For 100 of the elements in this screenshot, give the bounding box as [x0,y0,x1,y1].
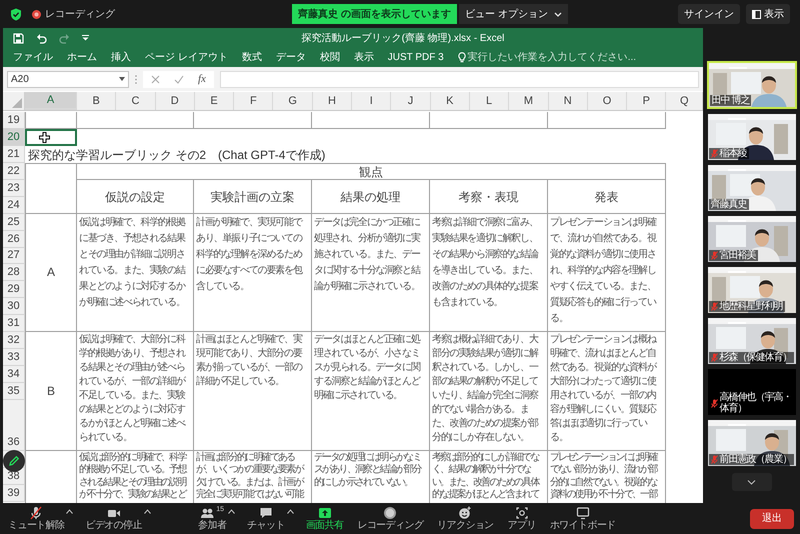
table-cell[interactable] [25,112,77,129]
scroll-down-button[interactable] [732,473,772,491]
row-header[interactable]: 30 [3,298,25,315]
row-header[interactable]: 21 [3,146,25,163]
row-header[interactable]: 29 [3,281,25,298]
record-circle-icon [383,506,398,520]
ribbon-tab[interactable]: データ [276,50,306,65]
column-header[interactable]: F [234,92,274,110]
view-options-button[interactable]: ビュー オプション [459,4,568,24]
caret-up-icon[interactable] [228,509,236,514]
row-header[interactable]: 19 [3,112,25,129]
apps-icon [514,506,529,520]
column-header[interactable]: B [77,92,116,110]
table-cell[interactable] [312,112,430,129]
save-icon[interactable] [13,32,24,44]
row-header[interactable]: 20 [3,129,25,146]
ribbon-tab[interactable]: ホーム [67,50,97,65]
row-header[interactable]: 31 [3,314,25,332]
insert-function-button[interactable]: fx [198,70,206,88]
reactions-button[interactable]: リアクション [435,505,496,532]
column-header[interactable]: H [312,92,352,110]
row-header[interactable]: 24 [3,197,25,214]
share-screen-button[interactable]: 画面共有 [304,505,346,532]
table-cell[interactable] [194,112,312,129]
rubric-text: データの処理には明らかなミスがあり、洞察と結論が部分的にしか示されていない。 [314,452,422,490]
enter-icon[interactable] [174,74,184,84]
row-header[interactable]: 34 [3,366,25,383]
row-header[interactable]: 26 [3,230,25,248]
formula-input-field[interactable] [220,70,699,88]
undo-icon[interactable] [36,32,47,44]
recording-label: レコーディング [45,8,115,22]
name-box[interactable]: A20 [7,70,129,88]
row-header[interactable]: 35 [3,382,25,400]
column-header[interactable]: I [352,92,392,110]
muted-mic-icon [29,506,44,520]
redo-icon[interactable] [59,32,70,44]
column-header[interactable]: E [194,92,234,110]
ribbon-tab[interactable]: ファイル [13,50,53,65]
column-header[interactable]: M [509,92,549,110]
selected-cell[interactable] [25,129,77,146]
ribbon-tab[interactable]: 表示 [354,50,374,65]
column-header[interactable]: K [430,92,470,110]
ribbon-tab[interactable]: 校閲 [320,50,340,65]
select-all-icon[interactable] [12,98,22,108]
share-banner: 齊藤真史 の画面を表示しています [292,4,457,24]
rubric-text: プレゼンテーションには明確でない部分があり、流れが部分的に自然でない。視覚的な資料の使用が不十分で、一部 [550,452,658,502]
caret-up-icon[interactable] [286,509,294,514]
table-cell[interactable] [430,112,548,129]
record-dot-icon [32,10,41,18]
caret-up-icon[interactable] [144,509,151,514]
table-cell[interactable] [77,112,194,129]
leave-button[interactable]: 退出 [750,508,794,528]
column-header[interactable]: C [116,92,156,110]
row-header[interactable]: 28 [3,264,25,282]
rubric-text: 考察は概ね詳細であり、大部分の実験結果が適切に解釈されている。しかし、一部の結果の解釈が不足していたり、結論が完全に洞察的でない場合がある。また、改善のための提案が部分的にしか存在しない。 [432,332,540,445]
column-header[interactable]: O [588,92,628,110]
column-title: 発表 [548,180,666,214]
unmute-button[interactable]: ミュート解除 [6,505,66,532]
column-header[interactable]: N [548,92,588,110]
column-header[interactable]: Q [666,92,703,110]
customize-dropdown-icon[interactable] [82,35,89,41]
pencil-icon [8,455,20,467]
ribbon-tab[interactable]: 数式 [242,50,262,65]
record-button[interactable]: レコーディング [355,505,426,532]
row-header[interactable]: 25 [3,214,25,231]
participant-name: 宮田裕美 [720,250,756,261]
row-header[interactable]: 39 [3,484,25,502]
ribbon-tab[interactable]: ページ レイアウト [145,50,228,65]
column-header[interactable]: L [470,92,510,110]
row-header[interactable]: 27 [3,248,25,264]
chat-button[interactable]: チャット [245,505,287,532]
ribbon-tab[interactable]: JUST PDF 3 [388,50,444,65]
stop-video-button[interactable]: ビデオの停止 [83,505,144,532]
participant-name: 地歴科星野利明 [720,301,782,312]
people-icon [200,506,214,520]
row-header[interactable]: 23 [3,180,25,197]
cell-reference: A20 [11,72,29,86]
rubric-text: プレゼンテーションは明確で、流れが自然である。視覚的な資料が適切に使用され、科学的な内容を理解しやすく伝えている。また、質疑応答も的確に行っている。 [550,216,658,326]
table-cell[interactable] [548,112,666,129]
row-header[interactable]: 33 [3,348,25,366]
whiteboards-button[interactable]: ホワイトボード [548,505,618,532]
column-header[interactable]: J [391,92,431,110]
view-button[interactable]: 表示 [746,4,790,24]
apps-button[interactable]: アプリ [506,505,538,532]
ribbon-tab[interactable]: 挿入 [111,50,131,65]
column-header[interactable]: D [156,92,195,110]
whiteboard-icon [576,506,590,520]
table-cell[interactable] [25,163,77,214]
rubric-text: 考察は部分的にしか詳細でなく、結果の解釈が十分でない。また、改善のための具体的な提案がほとんど含まれて [432,452,540,502]
row-header[interactable]: 36 [3,400,25,451]
tell-me-field[interactable]: 実行したい作業を入力してください... [468,50,636,65]
sign-in-button[interactable]: サインイン [678,4,740,24]
cancel-icon[interactable] [151,74,160,84]
row-header[interactable]: 22 [3,163,25,180]
caret-up-icon[interactable] [66,509,74,514]
column-header[interactable]: G [273,92,313,110]
column-title: 仮説の設定 [77,180,194,214]
row-header[interactable]: 32 [3,332,25,349]
column-header[interactable]: P [627,92,666,110]
column-header[interactable]: A [25,92,77,110]
